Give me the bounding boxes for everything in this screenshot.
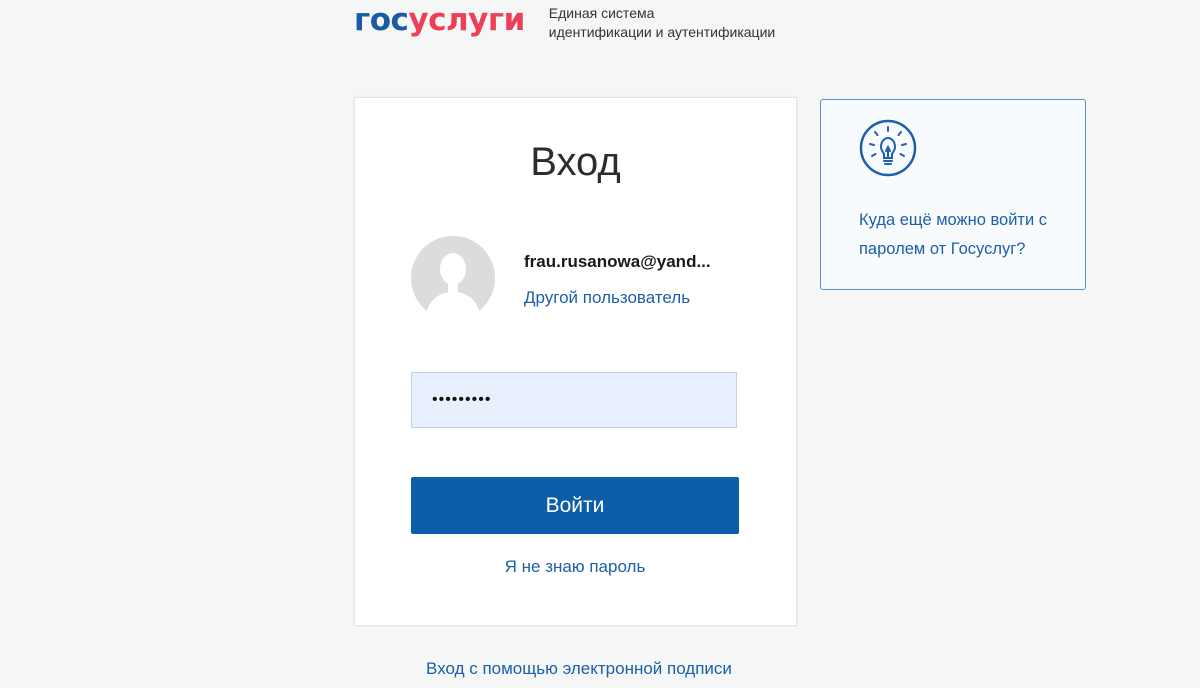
login-button[interactable]: Войти — [411, 477, 739, 534]
gosuslugi-logo[interactable]: госуслуги — [354, 2, 525, 38]
page-title: Вход — [530, 140, 621, 184]
forgot-password-link[interactable]: Я не знаю пароль — [411, 557, 739, 577]
logo-part-gos: гос — [354, 2, 409, 38]
logo-part-uslugi: услуги — [408, 2, 525, 38]
header: госуслуги Единая система идентификации и… — [354, 2, 775, 46]
electronic-signature-link[interactable]: Вход с помощью электронной подписи — [354, 659, 804, 679]
header-tagline: Единая система идентификации и аутентифи… — [549, 4, 775, 42]
password-field[interactable] — [411, 372, 737, 428]
user-email: frau.rusanowa@yand... — [524, 252, 711, 271]
tagline-line-1: Единая система — [548, 5, 655, 21]
user-silhouette-icon — [411, 236, 495, 320]
tagline-line-2: идентификации и аутентификации — [548, 24, 776, 40]
info-card[interactable]: Куда ещё можно войти с паролем от Госусл… — [820, 99, 1086, 290]
other-user-link[interactable]: Другой пользователь — [524, 288, 690, 308]
avatar — [411, 236, 495, 320]
info-link-text[interactable]: Куда ещё можно войти с паролем от Госусл… — [859, 206, 1079, 264]
lightbulb-icon — [859, 119, 917, 177]
